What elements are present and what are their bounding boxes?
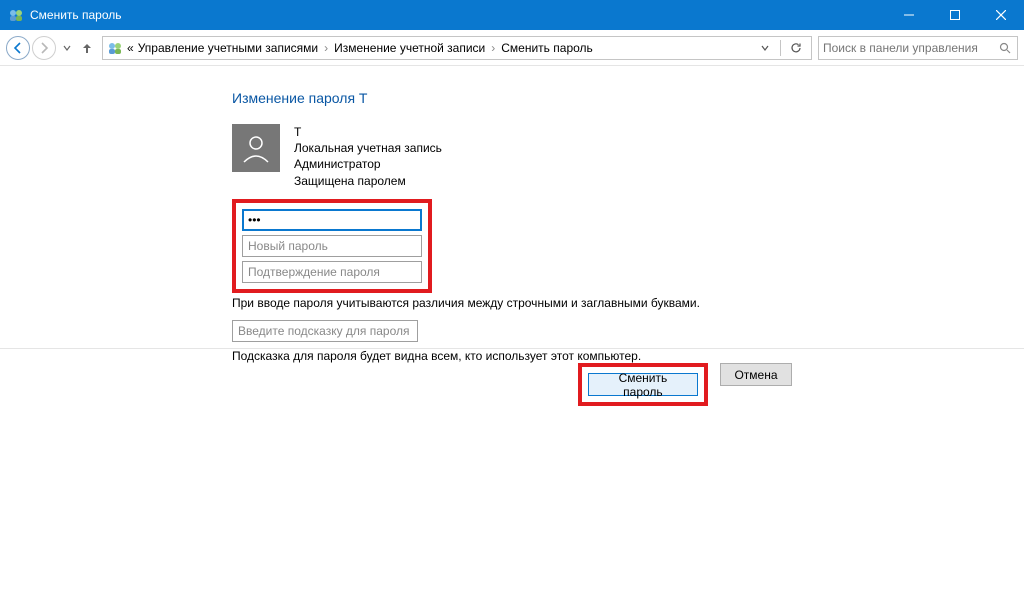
password-hint-input[interactable] (232, 320, 418, 342)
content-area: Изменение пароля T T Локальная учетная з… (0, 66, 1024, 363)
chevron-right-icon: › (489, 41, 497, 55)
nav-forward-button[interactable] (32, 36, 56, 60)
close-button[interactable] (978, 0, 1024, 30)
change-password-button[interactable]: Сменить пароль (588, 373, 698, 396)
user-info-text: T Локальная учетная запись Администратор… (294, 124, 442, 189)
search-box[interactable] (818, 36, 1018, 60)
confirm-password-input[interactable] (242, 261, 422, 283)
address-history-dropdown[interactable] (756, 44, 774, 52)
page-title: Изменение пароля T (232, 90, 1016, 106)
chevron-right-icon: › (322, 41, 330, 55)
new-password-input[interactable] (242, 235, 422, 257)
minimize-button[interactable] (886, 0, 932, 30)
breadcrumb-prefix: « (127, 41, 134, 55)
location-icon (107, 40, 123, 56)
user-info-row: T Локальная учетная запись Администратор… (232, 124, 1016, 189)
maximize-button[interactable] (932, 0, 978, 30)
current-password-input[interactable] (242, 209, 422, 231)
primary-button-highlight: Сменить пароль (578, 363, 708, 406)
app-icon (8, 7, 24, 23)
nav-history-dropdown[interactable] (58, 36, 76, 60)
breadcrumb-item[interactable]: Сменить пароль (501, 41, 593, 55)
account-type-label: Локальная учетная запись (294, 140, 442, 156)
address-bar[interactable]: « Управление учетными записями › Изменен… (102, 36, 812, 60)
nav-up-button[interactable] (78, 36, 96, 60)
window-title: Сменить пароль (30, 8, 122, 22)
search-icon (997, 42, 1013, 54)
refresh-button[interactable] (787, 42, 805, 54)
toolbar: « Управление учетными записями › Изменен… (0, 30, 1024, 66)
search-input[interactable] (823, 41, 997, 55)
password-fields-highlight (232, 199, 432, 293)
username-label: T (294, 124, 442, 140)
cancel-button[interactable]: Отмена (720, 363, 792, 386)
avatar (232, 124, 280, 172)
spacer (232, 363, 566, 406)
breadcrumb-item[interactable]: Управление учетными записями (138, 41, 318, 55)
role-label: Администратор (294, 156, 442, 172)
protection-label: Защищена паролем (294, 173, 442, 189)
nav-back-button[interactable] (6, 36, 30, 60)
window-titlebar: Сменить пароль (0, 0, 1024, 30)
button-bar: Сменить пароль Отмена (0, 348, 1024, 420)
divider (780, 40, 781, 56)
breadcrumb-item[interactable]: Изменение учетной записи (334, 41, 485, 55)
case-sensitive-note: При вводе пароля учитываются различия ме… (232, 296, 1016, 310)
window-controls (886, 0, 1024, 30)
